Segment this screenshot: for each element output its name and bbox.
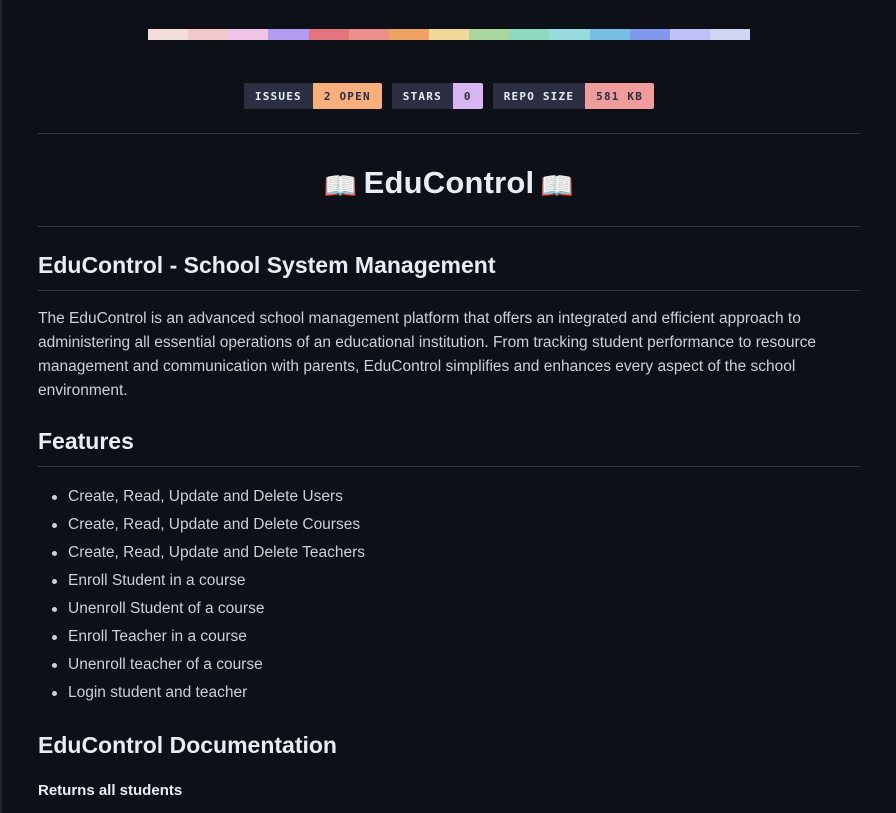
features-list: Create, Read, Update and Delete Users Cre…: [38, 483, 860, 707]
badge-value: 581 KB: [585, 83, 655, 109]
divider-below-title: [38, 225, 860, 227]
list-item: Login student and teacher: [52, 679, 860, 707]
colorbar-segment: [509, 29, 550, 40]
badge-value: 0: [452, 83, 483, 109]
colorbar-segment: [268, 29, 309, 40]
list-item: Create, Read, Update and Delete Users: [52, 483, 860, 511]
badge-label: REPO SIZE: [492, 83, 586, 109]
colorbar-segment: [388, 29, 429, 40]
badge-label: ISSUES: [243, 83, 313, 109]
status-badge[interactable]: ISSUES 2 OPEN: [243, 83, 382, 109]
colorbar-segment: [589, 29, 630, 40]
open-book-icon-left: 📖: [323, 171, 358, 201]
colorbar-segment: [469, 29, 510, 40]
colorbar-segment: [148, 29, 189, 40]
features-heading: Features: [38, 427, 860, 467]
colorbar-segment: [348, 29, 389, 40]
documentation-subheading: Returns all students: [38, 782, 183, 800]
colorbar-container: [2, 0, 896, 40]
badge-label: STARS: [391, 83, 453, 109]
list-item: Enroll Teacher in a course: [52, 623, 860, 651]
colorbar-segment: [629, 29, 670, 40]
colorbar-segment: [709, 29, 751, 40]
overview-paragraph: The EduControl is an advanced school man…: [38, 309, 816, 399]
colorbar-segment: [428, 29, 470, 40]
list-item: Unenroll teacher of a course: [52, 651, 860, 679]
list-item: Enroll Student in a course: [52, 567, 860, 595]
page-title: 📖 EduControl 📖: [2, 134, 896, 204]
colorbar-segment: [188, 29, 229, 40]
repo-title-text: EduControl: [363, 165, 535, 200]
colorbar-segment: [308, 29, 349, 40]
list-item: Unenroll Student of a course: [52, 595, 860, 623]
overview-heading: EduControl - School System Management: [38, 251, 860, 291]
badge-value: 2 OPEN: [312, 83, 382, 109]
badge-row: ISSUES 2 OPEN STARS 0 REPO SIZE 581 KB: [2, 83, 896, 109]
readme-content: EduControl - School System Management Th…: [2, 251, 896, 813]
status-badge[interactable]: REPO SIZE 581 KB: [492, 83, 655, 109]
status-badge[interactable]: STARS 0: [391, 83, 483, 109]
pastel-rainbow-divider: [148, 29, 751, 40]
list-item: Create, Read, Update and Delete Teachers: [52, 539, 860, 567]
colorbar-segment: [669, 29, 710, 40]
colorbar-segment: [549, 29, 590, 40]
colorbar-segment: [228, 29, 269, 40]
documentation-heading: EduControl Documentation: [38, 731, 337, 758]
open-book-icon-right: 📖: [540, 171, 575, 201]
list-item: Create, Read, Update and Delete Courses: [52, 511, 860, 539]
readme-page: ISSUES 2 OPEN STARS 0 REPO SIZE 581 KB 📖 EduCo…: [0, 0, 896, 813]
